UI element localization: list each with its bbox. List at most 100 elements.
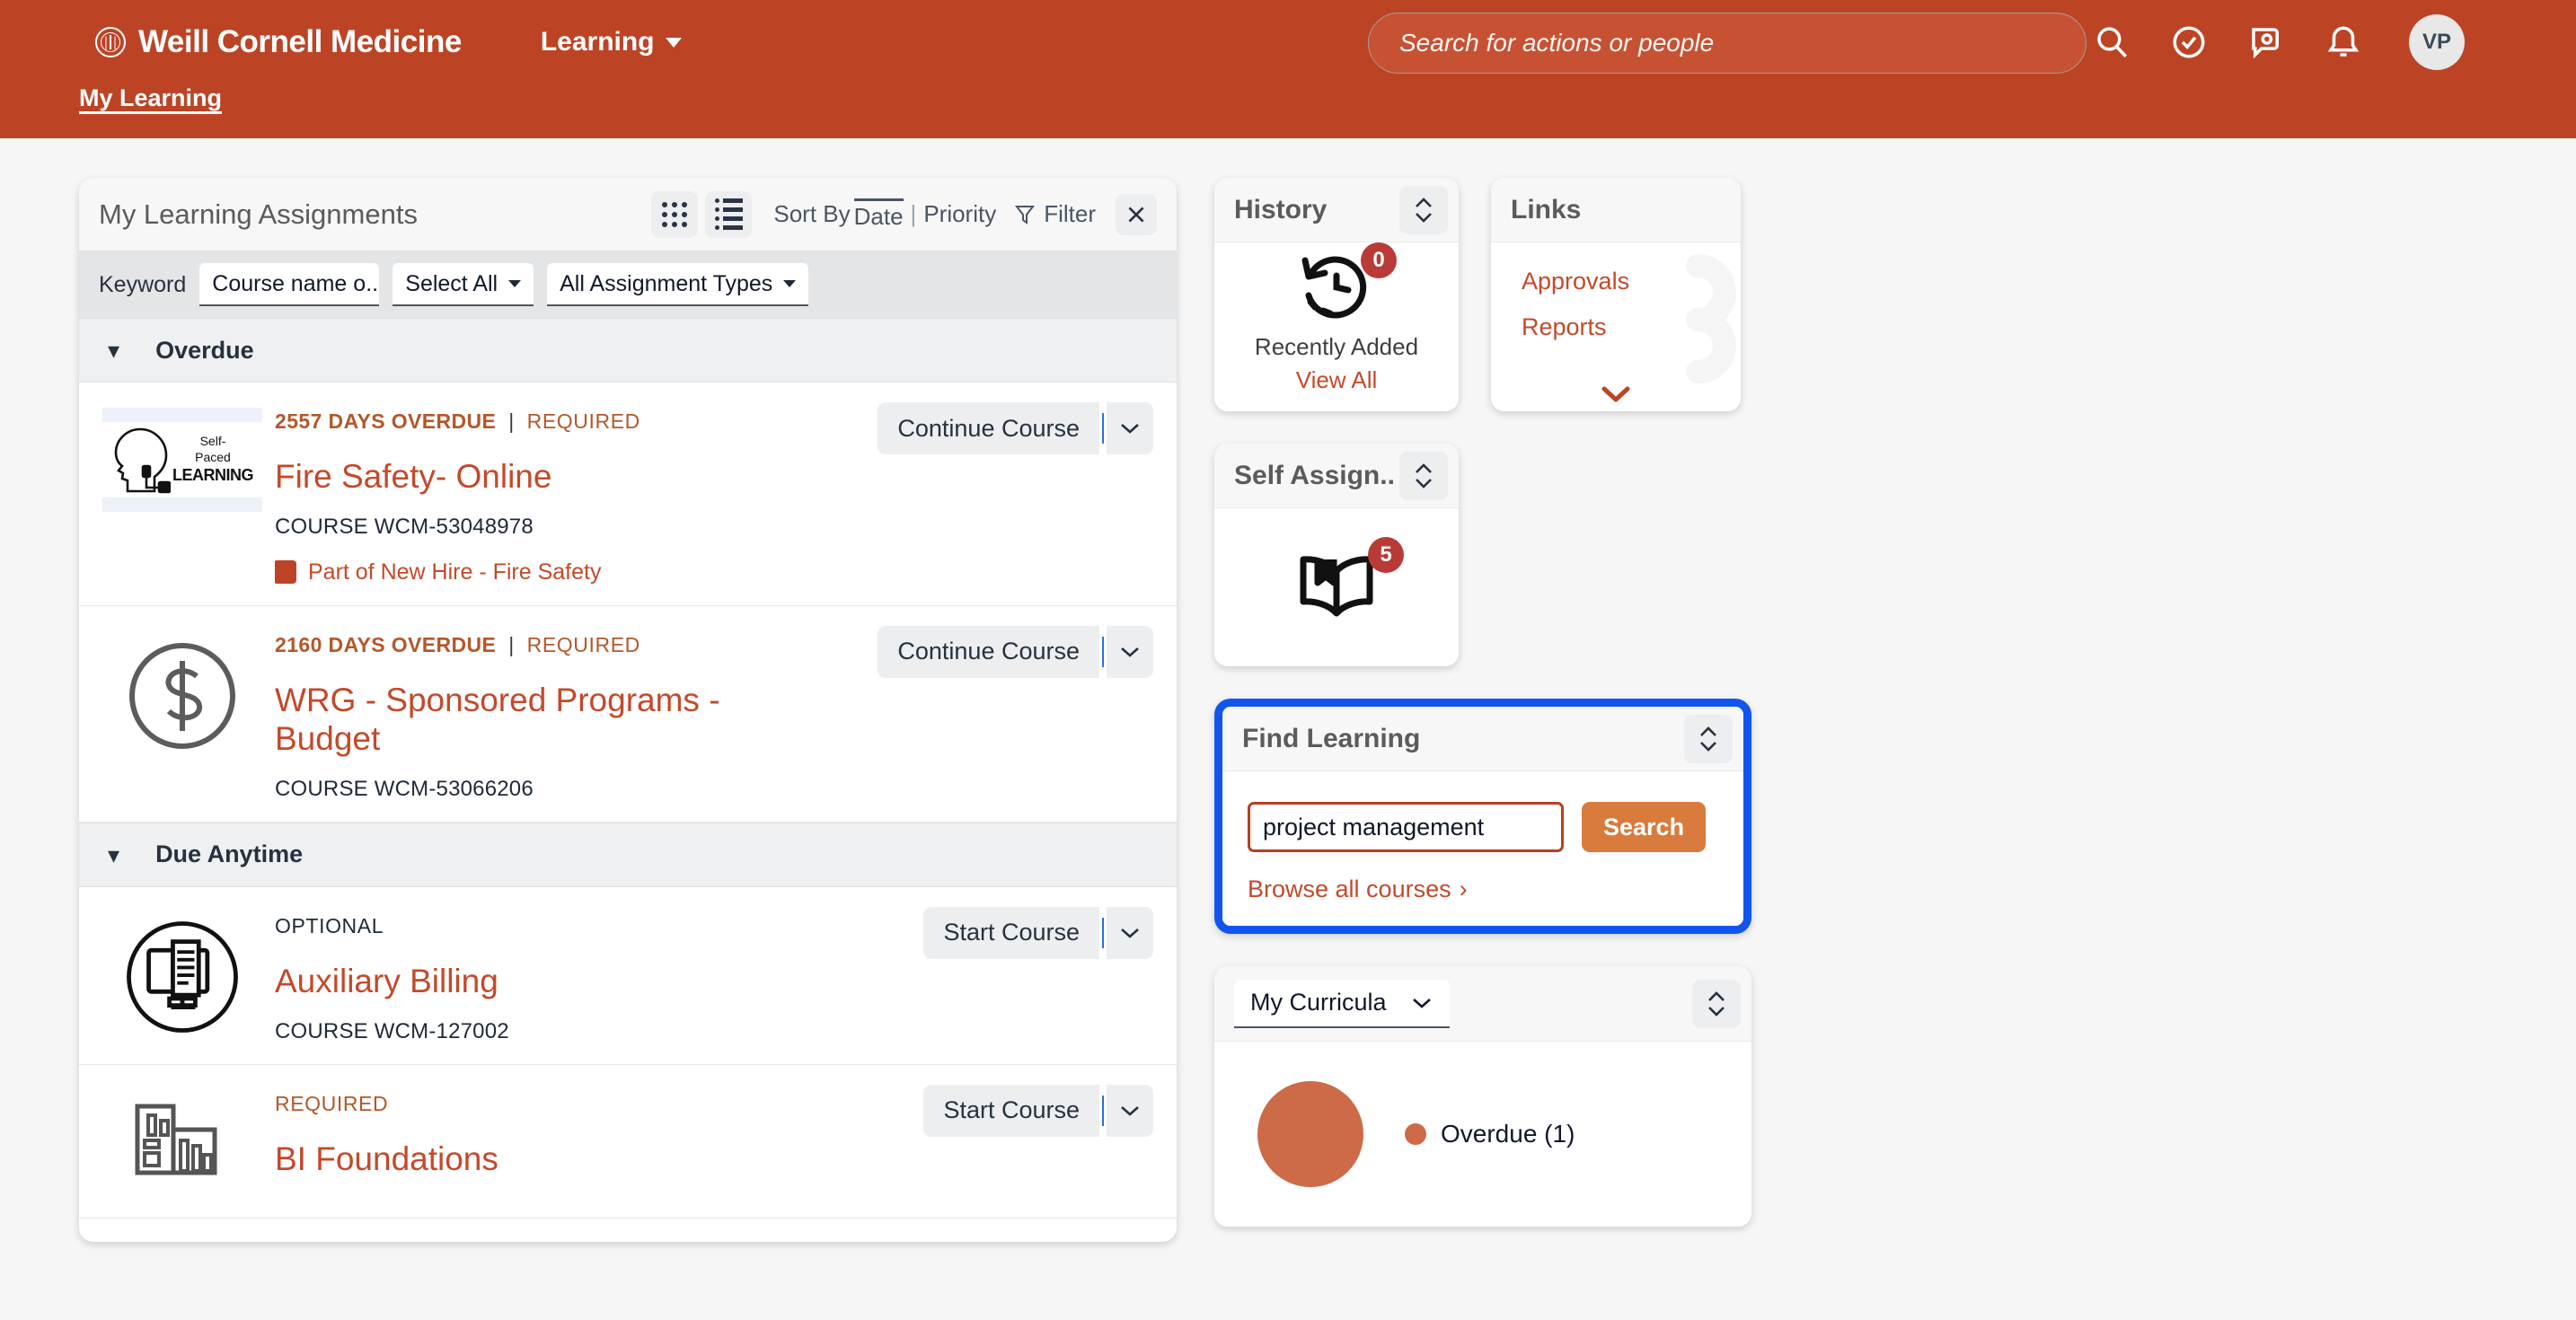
start-course-button[interactable]: Start Course	[923, 906, 1099, 959]
self-assign-expand-button[interactable]	[1399, 451, 1448, 500]
keyword-input-value: Course name o...	[212, 270, 380, 296]
start-course-button[interactable]: Start Course	[923, 1084, 1099, 1137]
widgets-top-row: History 0 Recently Added View All Links …	[1214, 178, 1751, 411]
assignments-filter-bar: Keyword Course name o... Select All All …	[79, 251, 1177, 318]
grid-icon	[662, 201, 688, 227]
chevron-down-icon: ▾	[108, 840, 120, 868]
view-all-link[interactable]: View All	[1296, 366, 1378, 394]
search-icon[interactable]	[2093, 23, 2130, 61]
subnav-item-my-learning[interactable]: My Learning	[79, 84, 222, 112]
continue-course-button[interactable]: Continue Course	[878, 402, 1099, 454]
chevron-down-icon	[1121, 928, 1139, 938]
select-all-dropdown[interactable]: Select All	[393, 263, 534, 306]
part-of-program-link[interactable]: Part of New Hire - Fire Safety	[275, 559, 1157, 585]
assignment-types-dropdown[interactable]: All Assignment Types	[547, 263, 809, 306]
browse-all-courses-link[interactable]: Browse all courses ›	[1248, 876, 1743, 903]
assignment-actions: Start Course	[923, 906, 1153, 959]
find-learning-title: Find Learning	[1242, 723, 1421, 753]
section-header-due-anytime[interactable]: ▾ Due Anytime	[79, 822, 1177, 887]
links-expand-chevron-icon[interactable]	[1598, 383, 1634, 406]
browse-all-courses-label: Browse all courses	[1248, 876, 1451, 902]
close-button[interactable]	[1116, 193, 1157, 235]
continue-course-button[interactable]: Continue Course	[878, 625, 1099, 678]
find-learning-search-input[interactable]: project management	[1248, 802, 1564, 852]
sort-by-label: Sort By	[773, 200, 851, 227]
chevron-down-icon	[665, 37, 682, 48]
sort-option-priority[interactable]: Priority	[923, 200, 996, 228]
expand-collapse-icon	[1416, 462, 1432, 488]
action-divider	[1102, 1095, 1104, 1126]
history-title: History	[1234, 194, 1328, 224]
assignment-types-value: All Assignment Types	[560, 270, 773, 296]
meta-separator: |	[508, 409, 515, 433]
keyword-input[interactable]: Course name o...	[199, 263, 380, 306]
curricula-select[interactable]: My Curricula	[1234, 979, 1450, 1028]
find-learning-search-button[interactable]: Search	[1582, 802, 1707, 852]
dollar-sign-thumbnail	[118, 631, 247, 761]
open-book-icon	[1300, 555, 1373, 616]
action-divider	[1102, 636, 1104, 667]
assignment-row: OPTIONAL Auxiliary Billing COURSE WCM-12…	[79, 887, 1177, 1065]
self-assign-card-body: 5	[1214, 508, 1459, 666]
inbox-icon[interactable]	[2247, 23, 2285, 61]
list-view-button[interactable]	[705, 190, 753, 238]
thumbnail-text: Self- Paced LEARNING	[172, 434, 254, 485]
find-learning-search-row: project management Search	[1248, 802, 1743, 852]
tasks-icon[interactable]	[2170, 23, 2208, 61]
monitor-document-icon	[127, 921, 238, 1033]
dollar-circle-icon	[129, 642, 235, 749]
notifications-icon[interactable]	[2325, 23, 2362, 61]
bar-chart-building-thumbnail	[135, 1104, 217, 1175]
grid-view-button[interactable]	[651, 190, 699, 238]
list-icon	[714, 198, 743, 230]
global-search-placeholder: Search for actions or people	[1399, 29, 1715, 57]
course-title-link[interactable]: Fire Safety- Online	[275, 457, 778, 497]
filter-button[interactable]: Filter	[1044, 200, 1096, 228]
recently-added-icon-wrap[interactable]: 0	[1298, 242, 1397, 324]
sort-option-date[interactable]: Date	[853, 198, 904, 231]
action-menu-button[interactable]	[1107, 402, 1153, 454]
keyword-label: Keyword	[99, 271, 187, 297]
dashboard-widgets-column: History 0 Recently Added View All Links …	[1214, 178, 1751, 1227]
course-code: COURSE WCM-53066206	[275, 776, 534, 801]
self-assign-title: Self Assign..	[1234, 460, 1395, 490]
action-menu-button[interactable]	[1107, 1084, 1153, 1137]
expand-collapse-icon	[1708, 990, 1725, 1016]
action-menu-button[interactable]	[1107, 906, 1153, 959]
assignment-actions: Continue Course	[878, 402, 1153, 454]
sort-controls: Sort By Date | Priority Filter	[773, 198, 1096, 231]
link-item-reports[interactable]: Reports	[1522, 313, 1741, 341]
find-learning-expand-button[interactable]	[1684, 714, 1733, 763]
curricula-pie-chart[interactable]	[1257, 1081, 1363, 1187]
close-icon	[1128, 206, 1144, 223]
required-tag: REQUIRED	[526, 632, 640, 656]
global-search-input[interactable]: Search for actions or people	[1368, 13, 2086, 74]
section-header-overdue[interactable]: ▾ Overdue	[79, 318, 1177, 383]
link-item-approvals[interactable]: Approvals	[1522, 268, 1741, 295]
recently-added-label: Recently Added	[1254, 333, 1419, 360]
legend-swatch-overdue	[1405, 1123, 1426, 1145]
brand-logo[interactable]: Weill Cornell Medicine	[95, 24, 462, 60]
chevron-down-icon	[1412, 998, 1431, 1008]
app-menu-learning[interactable]: Learning	[541, 27, 682, 57]
action-menu-button[interactable]	[1107, 625, 1153, 678]
assignments-card-header: My Learning Assignments Sort By Date | P…	[79, 178, 1177, 251]
top-navigation-bar: Weill Cornell Medicine Learning Search f…	[0, 0, 2576, 84]
course-title-link[interactable]: BI Foundations	[275, 1140, 778, 1179]
course-title-link[interactable]: Auxiliary Billing	[275, 962, 778, 1001]
filter-funnel-icon[interactable]	[1014, 203, 1036, 226]
self-assign-icon-wrap[interactable]: 5	[1296, 536, 1404, 624]
curricula-expand-button[interactable]	[1692, 979, 1741, 1028]
course-thumbnail	[102, 626, 262, 802]
select-all-value: Select All	[405, 270, 498, 296]
course-title-link[interactable]: WRG - Sponsored Programs - Budget	[275, 681, 778, 759]
page-content: My Learning Assignments Sort By Date | P…	[0, 138, 2576, 1242]
links-card-body: Approvals Reports	[1491, 242, 1741, 411]
find-learning-card: Find Learning project management Search …	[1214, 699, 1751, 934]
history-expand-button[interactable]	[1399, 185, 1448, 234]
brand-name: Weill Cornell Medicine	[138, 24, 462, 59]
section-label: Due Anytime	[155, 840, 304, 868]
assignments-toolbar: Sort By Date | Priority Filter	[651, 190, 1157, 238]
avatar[interactable]: VP	[2409, 14, 2465, 70]
monitor-document-thumbnail	[118, 912, 247, 1042]
